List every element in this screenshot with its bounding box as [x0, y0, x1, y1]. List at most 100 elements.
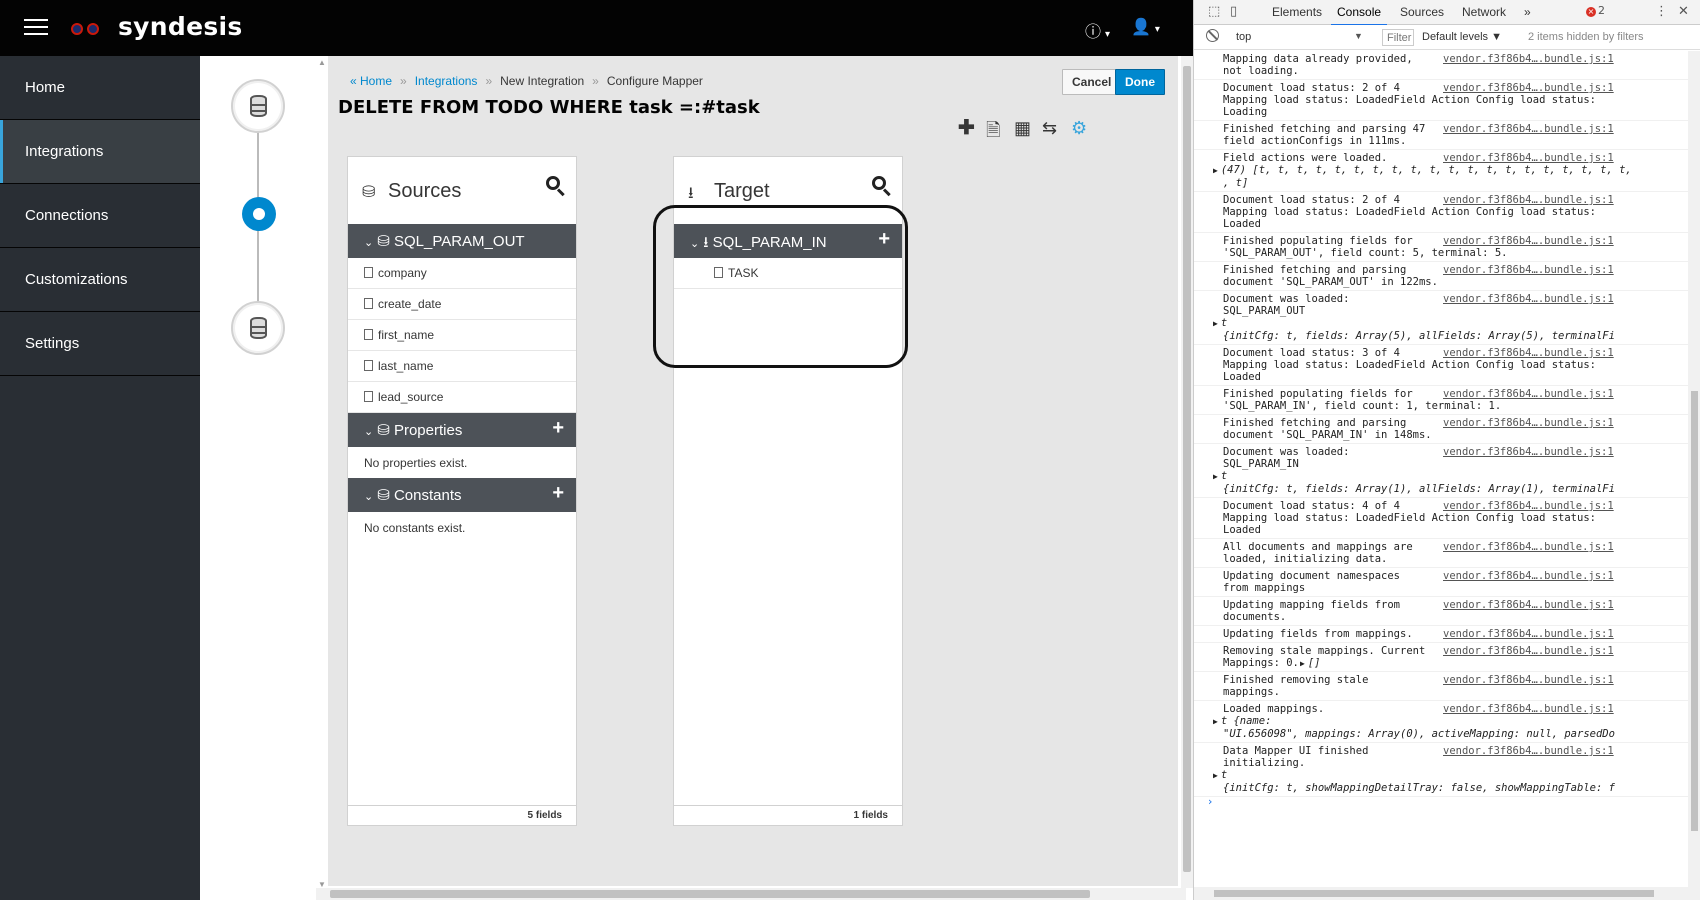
log-source-link[interactable]: vendor.f3f86b4….bundle.js:1 [1443, 703, 1614, 715]
log-message: Loaded mappings. [1223, 703, 1325, 715]
log-object-preview[interactable]: ▶ t {name: "UI.656098", mappings: Array(0… [1213, 715, 1688, 740]
log-message: Document load status: 4 of 4 Mapping loa… [1223, 500, 1596, 536]
log-object-preview[interactable]: ▶ t {initCfg: t, showMappingDetailTray: f… [1213, 769, 1688, 794]
expand-triangle-icon[interactable]: ▶ [1213, 717, 1218, 726]
source-field[interactable]: create_date [348, 289, 576, 320]
add-property-plus-icon[interactable]: + [552, 417, 564, 440]
gear-icon[interactable]: ⚙ [1071, 118, 1087, 139]
log-source-link[interactable]: vendor.f3f86b4….bundle.js:1 [1443, 599, 1614, 611]
log-message: Finished populating fields for 'SQL_PARA… [1223, 235, 1508, 259]
sidebar-item-customizations[interactable]: Customizations [0, 248, 200, 312]
log-source-link[interactable]: vendor.f3f86b4….bundle.js:1 [1443, 417, 1614, 429]
expand-triangle-icon[interactable]: ▶ [1300, 659, 1305, 668]
sidebar-item-integrations[interactable]: Integrations [0, 120, 200, 184]
table-icon[interactable]: ▦ [1014, 118, 1031, 139]
add-constant-plus-icon[interactable]: + [552, 482, 564, 505]
constants-header[interactable]: ⌄ ⛁ Constants + [348, 478, 576, 512]
log-source-link[interactable]: vendor.f3f86b4….bundle.js:1 [1443, 541, 1614, 553]
log-source-link[interactable]: vendor.f3f86b4….bundle.js:1 [1443, 674, 1614, 686]
end-step-database-icon[interactable] [231, 301, 285, 355]
log-inline-object[interactable]: ▶[] [1300, 657, 1320, 670]
console-log-entry: Mapping data already provided, not loadi… [1194, 51, 1688, 80]
expand-triangle-icon[interactable]: ▶ [1213, 472, 1218, 481]
more-tabs-button[interactable]: » [1524, 5, 1531, 19]
expand-triangle-icon[interactable]: ▶ [1213, 166, 1218, 175]
flow-scrollbar[interactable]: ▲ ▼ [316, 56, 328, 892]
log-source-link[interactable]: vendor.f3f86b4….bundle.js:1 [1443, 446, 1614, 458]
help-menu-button[interactable]: ⓘ ▾ [1085, 18, 1110, 42]
source-field[interactable]: last_name [348, 351, 576, 382]
breadcrumb-home-link[interactable]: « Home [350, 74, 392, 88]
search-icon[interactable] [546, 176, 565, 197]
sidebar-item-connections[interactable]: Connections [0, 184, 200, 248]
close-icon[interactable]: ✕ [1678, 4, 1689, 19]
content-horizontal-scrollbar[interactable] [316, 888, 1186, 900]
device-toolbar-icon[interactable]: ▯ [1230, 4, 1237, 19]
target-document-header[interactable]: ⌄ ⭳ SQL_PARAM_IN + [674, 224, 902, 258]
context-selector[interactable]: top [1236, 31, 1251, 43]
log-source-link[interactable]: vendor.f3f86b4….bundle.js:1 [1443, 264, 1614, 276]
kebab-menu-icon[interactable]: ⋮ [1655, 4, 1668, 19]
sidebar-item-home[interactable]: Home [0, 56, 200, 120]
breadcrumb-integrations-link[interactable]: Integrations [415, 74, 478, 88]
log-object-value: (47) [t, t, t, t, t, t, t, t, t, t, t, t… [1220, 164, 1632, 189]
console-vertical-scrollbar[interactable] [1688, 51, 1700, 887]
error-count: 2 [1598, 4, 1605, 17]
content-vertical-scrollbar[interactable] [1181, 56, 1193, 888]
source-document-header[interactable]: ⌄ ⛁ SQL_PARAM_OUT [348, 224, 576, 258]
log-object-preview[interactable]: ▶ (47) [t, t, t, t, t, t, t, t, t, t, t, … [1213, 164, 1688, 189]
log-source-link[interactable]: vendor.f3f86b4….bundle.js:1 [1443, 645, 1614, 657]
filter-input[interactable]: Filter [1382, 29, 1414, 46]
breadcrumb-new-integration: New Integration [500, 74, 585, 88]
log-source-link[interactable]: vendor.f3f86b4….bundle.js:1 [1443, 293, 1614, 305]
log-source-link[interactable]: vendor.f3f86b4….bundle.js:1 [1443, 347, 1614, 359]
target-field[interactable]: TASK [674, 258, 902, 289]
error-counter[interactable]: × 2 [1586, 4, 1605, 17]
log-source-link[interactable]: vendor.f3f86b4….bundle.js:1 [1443, 53, 1614, 65]
tab-network[interactable]: Network [1462, 5, 1506, 19]
scroll-up-arrow-icon[interactable]: ▲ [318, 58, 326, 67]
user-menu-button[interactable]: 👤 ▾ [1131, 17, 1160, 37]
cancel-button[interactable]: Cancel [1062, 69, 1122, 95]
log-source-link[interactable]: vendor.f3f86b4….bundle.js:1 [1443, 82, 1614, 94]
log-object-preview[interactable]: ▶ t {initCfg: t, fields: Array(1), allFie… [1213, 470, 1688, 495]
log-levels-dropdown[interactable]: Default levels ▼ [1422, 31, 1502, 43]
start-step-database-icon[interactable] [231, 79, 285, 133]
swap-icon[interactable]: ⇆ [1042, 118, 1057, 139]
log-source-link[interactable]: vendor.f3f86b4….bundle.js:1 [1443, 388, 1614, 400]
search-icon[interactable] [872, 176, 891, 197]
inspect-element-icon[interactable]: ⬚ [1208, 4, 1220, 19]
tab-sources[interactable]: Sources [1400, 5, 1444, 19]
log-source-link[interactable]: vendor.f3f86b4….bundle.js:1 [1443, 500, 1614, 512]
done-button[interactable]: Done [1115, 69, 1165, 95]
tab-console[interactable]: Console [1330, 5, 1388, 26]
source-field[interactable]: lead_source [348, 382, 576, 413]
log-source-link[interactable]: vendor.f3f86b4….bundle.js:1 [1443, 123, 1614, 135]
add-target-field-plus-icon[interactable]: + [878, 228, 890, 251]
masthead: syndesis ⓘ ▾ 👤 ▾ [0, 0, 1193, 56]
log-source-link[interactable]: vendor.f3f86b4….bundle.js:1 [1443, 745, 1614, 757]
hamburger-menu-icon[interactable] [24, 19, 48, 37]
log-source-link[interactable]: vendor.f3f86b4….bundle.js:1 [1443, 194, 1614, 206]
page-title: DELETE FROM TODO WHERE task =:#task [338, 97, 760, 118]
context-caret-icon[interactable]: ▼ [1354, 31, 1363, 41]
sidebar-item-settings[interactable]: Settings [0, 312, 200, 376]
expand-triangle-icon[interactable]: ▶ [1213, 771, 1218, 780]
log-message: All documents and mappings are loaded, i… [1223, 541, 1413, 565]
console-prompt[interactable]: › [1208, 795, 1212, 808]
log-source-link[interactable]: vendor.f3f86b4….bundle.js:1 [1443, 628, 1614, 640]
expand-triangle-icon[interactable]: ▶ [1213, 319, 1218, 328]
document-icon[interactable]: 🗎 [986, 118, 1000, 148]
source-field[interactable]: company [348, 258, 576, 289]
active-mapper-step[interactable] [242, 197, 276, 231]
properties-header[interactable]: ⌄ ⛁ Properties + [348, 413, 576, 447]
add-mapping-plus-icon[interactable]: ✚ [958, 115, 975, 140]
console-horizontal-scrollbar[interactable] [1194, 887, 1700, 900]
log-source-link[interactable]: vendor.f3f86b4….bundle.js:1 [1443, 152, 1614, 164]
source-field[interactable]: first_name [348, 320, 576, 351]
log-source-link[interactable]: vendor.f3f86b4….bundle.js:1 [1443, 570, 1614, 582]
clear-console-icon[interactable] [1206, 29, 1219, 42]
tab-elements[interactable]: Elements [1272, 5, 1322, 19]
log-object-preview[interactable]: ▶ t {initCfg: t, fields: Array(5), allFie… [1213, 317, 1688, 342]
log-source-link[interactable]: vendor.f3f86b4….bundle.js:1 [1443, 235, 1614, 247]
